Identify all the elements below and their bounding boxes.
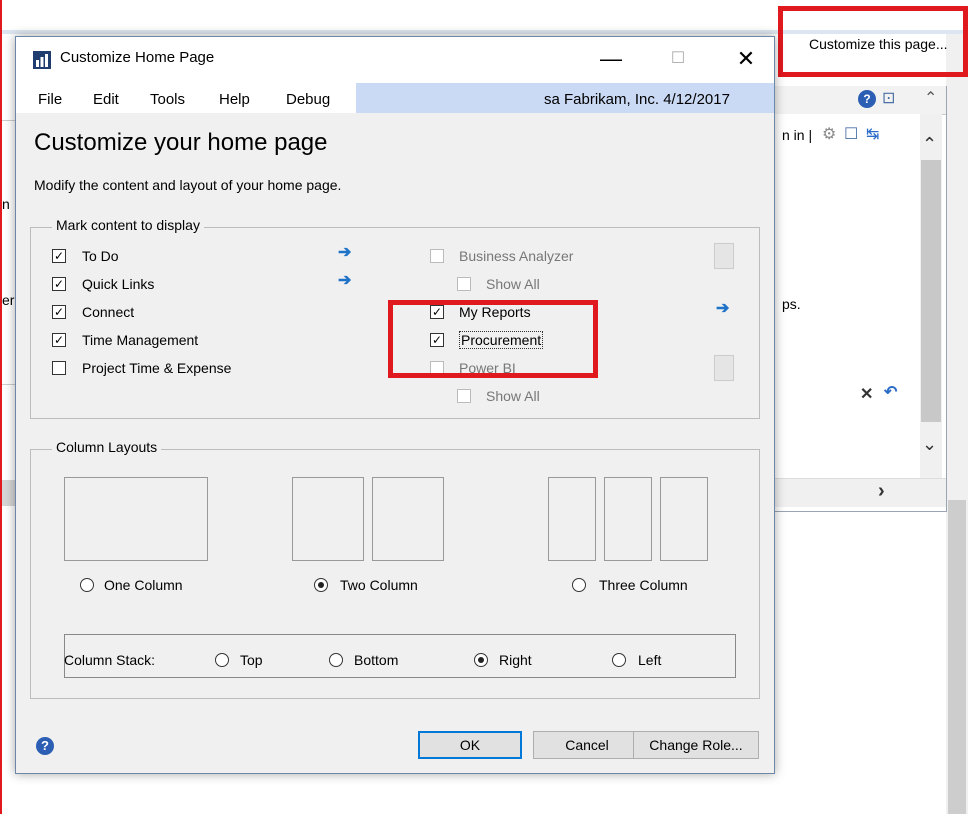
page-subheading: Modify the content and layout of your ho…	[34, 177, 342, 193]
menu-file[interactable]: File	[38, 91, 62, 108]
one-column-radio[interactable]	[80, 578, 94, 592]
power-bi-show-all-label: Show All	[486, 388, 540, 404]
user-company-date: sa Fabrikam, Inc. 4/12/2017	[544, 91, 730, 108]
page-heading: Customize your home page	[34, 129, 328, 156]
time-management-checkbox[interactable]: ✓	[52, 333, 66, 347]
background-text-fragment: er	[2, 292, 15, 308]
menu-debug[interactable]: Debug	[286, 91, 330, 108]
two-column-label: Two Column	[340, 577, 418, 593]
three-column-radio[interactable]	[572, 578, 586, 592]
dialog-title: Customize Home Page	[60, 49, 215, 66]
maximize-button[interactable]: ☐	[658, 41, 698, 77]
chevron-down-icon[interactable]: ⌄	[922, 434, 937, 455]
expand-icon[interactable]: ⊡	[882, 88, 895, 108]
one-column-label: One Column	[104, 577, 183, 593]
page-scrollbar-thumb[interactable]	[948, 500, 966, 814]
gear-icon[interactable]: ⚙	[822, 124, 836, 144]
stack-right-label: Right	[499, 652, 532, 668]
cancel-button[interactable]: Cancel	[533, 731, 641, 759]
quick-links-checkbox[interactable]: ✓	[52, 277, 66, 291]
background-text-fragment: n	[2, 196, 10, 212]
project-time-expense-checkbox[interactable]	[52, 361, 66, 375]
power-bi-doc-icon	[714, 355, 734, 381]
chevron-up-icon[interactable]: ⌃	[922, 134, 937, 155]
column-stack-box	[64, 634, 736, 678]
three-column-label: Three Column	[599, 577, 688, 593]
two-column-radio[interactable]	[314, 578, 328, 592]
menu-help[interactable]: Help	[219, 91, 250, 108]
panel-horizontal-scrollbar[interactable]	[760, 478, 946, 507]
help-icon[interactable]: ?	[36, 737, 54, 755]
todo-arrow-icon[interactable]: ➔	[338, 245, 354, 261]
background-text-fragment: ps.	[782, 296, 801, 312]
one-column-preview[interactable]	[64, 477, 208, 561]
stack-top-label: Top	[240, 652, 263, 668]
change-role-button[interactable]: Change Role...	[633, 731, 759, 759]
close-button[interactable]: ✕	[724, 41, 768, 77]
chevron-right-icon[interactable]: ›	[878, 480, 885, 503]
two-column-preview-left[interactable]	[292, 477, 364, 561]
column-stack-label: Column Stack:	[64, 652, 156, 668]
menu-tools[interactable]: Tools	[150, 91, 185, 108]
column-layouts-legend: Column Layouts	[52, 439, 162, 455]
refresh-icon[interactable]: ↹	[866, 124, 879, 144]
todo-checkbox[interactable]: ✓	[52, 249, 66, 263]
three-column-preview-left[interactable]	[548, 477, 596, 561]
time-management-label: Time Management	[82, 332, 199, 348]
close-icon[interactable]: ✕	[860, 384, 873, 404]
menu-edit[interactable]: Edit	[93, 91, 119, 108]
quick-links-label: Quick Links	[82, 276, 155, 292]
app-icon	[33, 51, 51, 69]
title-bar: Customize Home Page — ☐ ✕	[16, 37, 774, 83]
business-analyzer-label: Business Analyzer	[459, 248, 574, 264]
ok-button[interactable]: OK	[418, 731, 522, 759]
business-analyzer-checkbox[interactable]	[430, 249, 444, 263]
connect-label: Connect	[82, 304, 135, 320]
power-bi-show-all-checkbox[interactable]	[457, 389, 471, 403]
my-reports-arrow-icon[interactable]: ➔	[716, 301, 732, 317]
mark-content-legend: Mark content to display	[52, 217, 204, 233]
project-time-expense-label: Project Time & Expense	[82, 360, 232, 376]
todo-label: To Do	[82, 248, 119, 264]
background-panel-header	[760, 86, 946, 115]
highlight-box-procurement	[388, 300, 598, 378]
stack-left-radio[interactable]	[612, 653, 626, 667]
customize-page-link[interactable]: Customize this page...	[809, 36, 948, 52]
business-analyzer-doc-icon	[714, 243, 734, 269]
three-column-preview-middle[interactable]	[604, 477, 652, 561]
chevron-up-icon[interactable]: ⌃	[924, 88, 937, 108]
quick-links-arrow-icon[interactable]: ➔	[338, 273, 354, 289]
connect-checkbox[interactable]: ✓	[52, 305, 66, 319]
three-column-preview-right[interactable]	[660, 477, 708, 561]
stack-left-label: Left	[638, 652, 662, 668]
minimize-button[interactable]: —	[591, 41, 631, 77]
chat-icon[interactable]: ☐	[844, 124, 858, 144]
highlight-left-edge	[0, 0, 7, 814]
two-column-preview-right[interactable]	[372, 477, 444, 561]
customize-home-page-dialog: Customize Home Page — ☐ ✕ File Edit Tool…	[15, 36, 775, 774]
stack-right-radio[interactable]	[474, 653, 488, 667]
stack-bottom-radio[interactable]	[329, 653, 343, 667]
stack-top-radio[interactable]	[215, 653, 229, 667]
stack-bottom-label: Bottom	[354, 652, 399, 668]
business-analyzer-show-all-checkbox[interactable]	[457, 277, 471, 291]
help-icon[interactable]: ?	[858, 90, 876, 108]
background-text-fragment: n in |	[782, 127, 813, 143]
panel-scrollbar-thumb[interactable]	[921, 160, 941, 422]
undo-icon[interactable]: ↶	[884, 382, 897, 402]
business-analyzer-show-all-label: Show All	[486, 276, 540, 292]
